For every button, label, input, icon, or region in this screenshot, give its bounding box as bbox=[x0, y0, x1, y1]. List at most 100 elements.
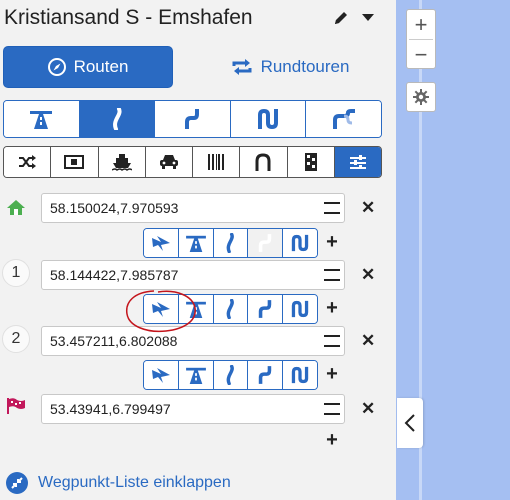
flag-icon bbox=[7, 398, 25, 414]
title-row: Kristiansand S - Emshafen bbox=[0, 0, 396, 38]
car-icon bbox=[159, 155, 178, 169]
waypoint-input[interactable]: 53.457211,6.802088 bbox=[41, 326, 345, 356]
waypoint-number-badge: 1 bbox=[2, 259, 30, 287]
tunnel-button[interactable] bbox=[240, 147, 288, 177]
fastest-icon bbox=[151, 236, 170, 251]
toll-icon bbox=[64, 155, 85, 169]
tunnel-icon bbox=[255, 153, 271, 171]
reorder-handle[interactable] bbox=[324, 269, 340, 281]
fastest-icon bbox=[151, 368, 170, 383]
gear-icon bbox=[413, 89, 429, 105]
motorway-icon bbox=[185, 301, 206, 318]
tab-routes[interactable]: Routen bbox=[3, 46, 173, 88]
tab-round-trips-label: Rundtouren bbox=[260, 57, 350, 76]
shuffle-button[interactable] bbox=[4, 147, 52, 177]
segment-twisty-button[interactable] bbox=[248, 295, 284, 323]
add-waypoint-button[interactable]: + bbox=[325, 232, 339, 252]
twisty-road-icon bbox=[259, 234, 272, 252]
segment-twisty-button[interactable] bbox=[248, 229, 284, 257]
segment-motorway-button[interactable] bbox=[178, 361, 214, 389]
segment-curvy-button[interactable] bbox=[213, 229, 249, 257]
segment-twisty-button[interactable] bbox=[248, 361, 284, 389]
route-panel: Kristiansand S - Emshafen Routen Rundtou… bbox=[0, 0, 396, 500]
reorder-handle[interactable] bbox=[324, 403, 340, 415]
curvy-road-icon bbox=[227, 299, 235, 319]
segment-fastest-button[interactable] bbox=[144, 229, 179, 257]
remove-waypoint-button[interactable]: ✕ bbox=[361, 332, 375, 349]
segment-profile-selector bbox=[143, 228, 318, 258]
caret-down-icon[interactable] bbox=[362, 14, 374, 22]
segment-very-twisty-button[interactable] bbox=[283, 295, 317, 323]
reorder-handle[interactable] bbox=[324, 202, 340, 214]
waypoint-input[interactable]: 58.144422,7.985787 bbox=[41, 260, 345, 290]
unpaved-road-icon bbox=[208, 154, 225, 170]
segment-fastest-button[interactable] bbox=[144, 361, 179, 389]
pencil-icon[interactable] bbox=[333, 10, 349, 26]
border-crossing-icon bbox=[304, 153, 317, 171]
segment-motorway-button[interactable] bbox=[178, 295, 214, 323]
profile-extreme-button[interactable] bbox=[306, 101, 381, 137]
home-icon bbox=[7, 200, 25, 215]
zoom-in-button[interactable]: + bbox=[407, 10, 435, 39]
mode-tabs: Routen Rundtouren bbox=[3, 46, 393, 88]
remove-waypoint-button[interactable]: ✕ bbox=[361, 266, 375, 283]
unpaved-button[interactable] bbox=[193, 147, 241, 177]
loop-arrows-icon bbox=[232, 59, 252, 75]
car-button[interactable] bbox=[145, 147, 193, 177]
route-options-bar bbox=[3, 146, 382, 178]
waypoint-input[interactable]: 58.150024,7.970593 bbox=[41, 193, 345, 223]
curvy-road-icon bbox=[112, 108, 122, 130]
profile-very-twisty-button[interactable] bbox=[230, 101, 307, 137]
very-twisty-road-icon bbox=[258, 108, 279, 130]
zoom-out-button[interactable]: − bbox=[407, 40, 435, 69]
collapse-waypoints-label: Wegpunkt-Liste einklappen bbox=[38, 474, 231, 491]
twisty-road-icon bbox=[185, 109, 200, 129]
chevron-left-icon bbox=[404, 414, 415, 432]
curvy-road-icon bbox=[227, 365, 235, 385]
tab-routes-label: Routen bbox=[73, 57, 129, 76]
profile-twisty-button[interactable] bbox=[155, 101, 231, 137]
extreme-twisty-road-icon bbox=[332, 109, 355, 129]
route-title: Kristiansand S - Emshafen bbox=[4, 6, 253, 29]
fastest-icon bbox=[151, 302, 170, 317]
toll-button[interactable] bbox=[51, 147, 99, 177]
border-button[interactable] bbox=[287, 147, 335, 177]
add-waypoint-button[interactable]: + bbox=[325, 364, 339, 384]
segment-fastest-button[interactable] bbox=[144, 295, 179, 323]
segment-profile-selector bbox=[143, 360, 318, 390]
collapse-arrows-icon bbox=[6, 472, 28, 494]
reorder-handle[interactable] bbox=[324, 335, 340, 347]
zoom-control: + − bbox=[406, 9, 436, 69]
segment-motorway-button[interactable] bbox=[178, 229, 214, 257]
segment-very-twisty-button[interactable] bbox=[283, 229, 317, 257]
road-profile-selector bbox=[3, 100, 382, 138]
remove-waypoint-button[interactable]: ✕ bbox=[361, 199, 375, 216]
segment-very-twisty-button[interactable] bbox=[283, 361, 317, 389]
add-waypoint-button[interactable]: + bbox=[325, 430, 339, 450]
very-twisty-road-icon bbox=[291, 300, 309, 318]
profile-motorway-button[interactable] bbox=[4, 101, 80, 137]
collapse-waypoints-link[interactable]: Wegpunkt-Liste einklappen bbox=[6, 472, 231, 494]
compass-icon bbox=[47, 58, 66, 76]
segment-profile-selector bbox=[143, 294, 318, 324]
waypoint-input[interactable]: 53.43941,6.799497 bbox=[41, 394, 345, 424]
twisty-road-icon bbox=[259, 300, 272, 318]
very-twisty-road-icon bbox=[291, 366, 309, 384]
segment-curvy-button[interactable] bbox=[213, 295, 249, 323]
add-waypoint-button[interactable]: + bbox=[325, 298, 339, 318]
tab-round-trips[interactable]: Rundtouren bbox=[195, 46, 385, 88]
twisty-road-icon bbox=[259, 366, 272, 384]
ferry-button[interactable] bbox=[98, 147, 146, 177]
motorway-icon bbox=[185, 367, 206, 384]
sidebar-toggle-button[interactable] bbox=[397, 398, 423, 448]
shuffle-icon bbox=[19, 155, 37, 169]
settings-sliders-icon bbox=[349, 155, 366, 169]
ferry-icon bbox=[111, 154, 132, 171]
map-settings-button[interactable] bbox=[406, 82, 436, 112]
settings-sliders-button[interactable] bbox=[334, 147, 381, 177]
very-twisty-road-icon bbox=[291, 234, 309, 252]
remove-waypoint-button[interactable]: ✕ bbox=[361, 400, 375, 417]
waypoint-number-badge: 2 bbox=[2, 325, 30, 353]
profile-curvy-button[interactable] bbox=[79, 101, 156, 137]
segment-curvy-button[interactable] bbox=[213, 361, 249, 389]
